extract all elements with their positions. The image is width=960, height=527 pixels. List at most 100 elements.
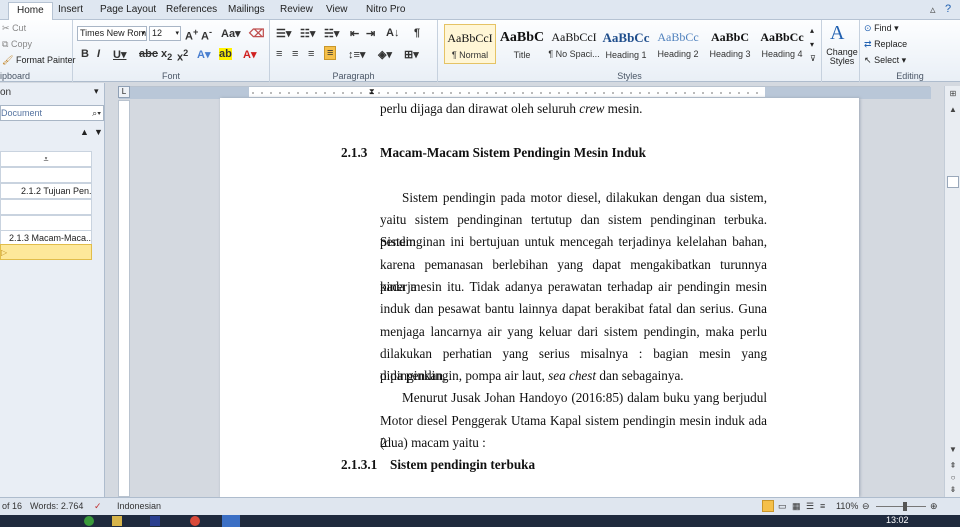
shrink-font-icon[interactable]: A- bbox=[201, 27, 212, 43]
search-icon[interactable]: ⌕▾ bbox=[92, 106, 101, 120]
styles-scroll-down-icon[interactable]: ▾ bbox=[810, 40, 814, 49]
italic-icon[interactable]: I bbox=[97, 48, 100, 60]
collapse-icon[interactable]: ⩡ bbox=[0, 151, 92, 167]
font-name-combo[interactable]: Times New Rom ▾ bbox=[77, 26, 147, 41]
word-app-icon[interactable] bbox=[222, 515, 240, 527]
style-title[interactable]: AaBbC Title bbox=[496, 24, 548, 64]
full-screen-icon[interactable]: ▭ bbox=[778, 498, 787, 515]
taskbar-app-icon[interactable] bbox=[84, 516, 94, 526]
tab-mailings[interactable]: Mailings bbox=[220, 2, 273, 20]
tab-insert[interactable]: Insert bbox=[50, 2, 91, 20]
chevron-down-icon[interactable]: ▾ bbox=[94, 86, 99, 97]
scroll-down-icon[interactable]: ▼ bbox=[947, 444, 959, 456]
proofing-icon[interactable]: ✓ bbox=[94, 498, 102, 515]
vertical-scrollbar[interactable]: ⊞ ▲ ▼ ⇞ ○ ⇟ bbox=[944, 86, 960, 497]
line-spacing-icon[interactable]: ↕≡▾ bbox=[348, 48, 365, 61]
format-painter-button[interactable]: 🖌 Format Painter bbox=[2, 55, 75, 66]
word-count[interactable]: Words: 2.764 bbox=[30, 498, 83, 515]
list-item[interactable] bbox=[0, 215, 92, 231]
draft-icon[interactable]: ≡ bbox=[820, 498, 825, 515]
superscript-icon[interactable]: x2 bbox=[177, 48, 188, 64]
sort-icon[interactable]: A↓ bbox=[386, 27, 399, 39]
next-heading-icon[interactable]: ▼ bbox=[94, 127, 103, 137]
tab-references[interactable]: References bbox=[158, 2, 225, 20]
language[interactable]: Indonesian bbox=[117, 498, 161, 515]
ruler-toggle-icon[interactable]: ⊞ bbox=[947, 88, 959, 100]
styles-more-icon[interactable]: ⊽ bbox=[810, 54, 816, 63]
justify-icon[interactable]: ≡ bbox=[324, 46, 337, 60]
find-button[interactable]: ⊙ Find ▾ bbox=[864, 23, 899, 34]
change-case-icon[interactable]: Aa▾ bbox=[221, 27, 241, 40]
style-heading-2[interactable]: AaBbCc Heading 2 bbox=[652, 24, 704, 64]
style-normal[interactable]: AaBbCcI ¶ Normal bbox=[444, 24, 496, 64]
print-layout-icon[interactable] bbox=[762, 500, 774, 512]
minimize-ribbon-icon[interactable]: ▵ bbox=[930, 3, 936, 16]
list-item[interactable] bbox=[0, 199, 92, 215]
font-color-icon[interactable]: A▾ bbox=[243, 48, 256, 61]
horizontal-ruler[interactable]: ⧗ bbox=[118, 86, 931, 99]
numbering-icon[interactable]: ☷▾ bbox=[300, 27, 315, 40]
zoom-in-icon[interactable]: ⊕ bbox=[930, 498, 938, 515]
style-heading-3[interactable]: AaBbC Heading 3 bbox=[704, 24, 756, 64]
select-button[interactable]: ↖ Select ▾ bbox=[864, 55, 906, 66]
cut-button[interactable]: ✂ Cut bbox=[2, 23, 26, 34]
underline-icon[interactable]: U▾ bbox=[113, 48, 126, 61]
copy-button[interactable]: ⧉ Copy bbox=[2, 39, 32, 50]
tab-selector[interactable]: L bbox=[118, 86, 130, 98]
next-page-icon[interactable]: ⇟ bbox=[947, 484, 959, 496]
zoom-slider-thumb[interactable] bbox=[903, 502, 907, 511]
outline-icon[interactable]: ☰ bbox=[806, 498, 814, 515]
help-icon[interactable]: ? bbox=[945, 3, 951, 15]
previous-heading-icon[interactable]: ▲ bbox=[80, 127, 89, 137]
tab-view[interactable]: View bbox=[318, 2, 356, 20]
nav-selected-item[interactable]: ▷ bbox=[0, 244, 92, 260]
align-center-icon[interactable]: ≡ bbox=[292, 48, 298, 60]
text-effects-icon[interactable]: A▾ bbox=[197, 48, 210, 61]
document-page[interactable]: perlu dijaga dan dirawat oleh seluruh cr… bbox=[220, 98, 859, 497]
style-no-spacing[interactable]: AaBbCcI ¶ No Spaci... bbox=[548, 24, 600, 64]
indent-marker-icon[interactable]: ⧗ bbox=[369, 87, 375, 97]
zoom-level[interactable]: 110% bbox=[836, 498, 858, 515]
subscript-icon[interactable]: x2 bbox=[161, 48, 172, 62]
list-item[interactable] bbox=[0, 167, 92, 183]
styles-scroll-up-icon[interactable]: ▴ bbox=[810, 26, 814, 35]
scroll-up-icon[interactable]: ▲ bbox=[947, 104, 959, 116]
nav-heading-tujuan[interactable]: 2.1.2 Tujuan Pen... bbox=[0, 183, 92, 199]
tab-page-layout[interactable]: Page Layout bbox=[92, 2, 164, 20]
photoshop-icon[interactable] bbox=[150, 516, 160, 526]
style-heading-4[interactable]: AaBbCc Heading 4 bbox=[756, 24, 808, 64]
clear-format-icon[interactable]: ⌫ bbox=[249, 27, 265, 40]
scroll-thumb[interactable] bbox=[947, 176, 959, 188]
change-styles-button[interactable]: Change Styles bbox=[824, 48, 860, 66]
folder-icon[interactable] bbox=[112, 516, 122, 526]
increase-indent-icon[interactable]: ⇥ bbox=[366, 27, 375, 40]
browse-object-icon[interactable]: ○ bbox=[947, 472, 959, 484]
bullets-icon[interactable]: ☰▾ bbox=[276, 27, 291, 40]
bold-icon[interactable]: B bbox=[81, 48, 89, 60]
change-styles-icon[interactable]: A bbox=[830, 22, 844, 45]
align-left-icon[interactable]: ≡ bbox=[276, 48, 282, 60]
tab-review[interactable]: Review bbox=[272, 2, 321, 20]
shading-icon[interactable]: ◈▾ bbox=[378, 48, 392, 61]
vertical-ruler[interactable] bbox=[118, 100, 130, 497]
previous-page-icon[interactable]: ⇞ bbox=[947, 460, 959, 472]
font-size-combo[interactable]: 12 ▾ bbox=[149, 26, 181, 41]
align-right-icon[interactable]: ≡ bbox=[308, 48, 314, 60]
borders-icon[interactable]: ⊞▾ bbox=[404, 48, 419, 61]
multilevel-list-icon[interactable]: ☵▾ bbox=[324, 27, 339, 40]
tab-nitro-pro[interactable]: Nitro Pro bbox=[358, 2, 413, 20]
tab-home[interactable]: Home bbox=[8, 2, 53, 20]
zoom-slider[interactable] bbox=[876, 506, 926, 507]
replace-button[interactable]: ⇄ Replace bbox=[864, 39, 907, 50]
grow-font-icon[interactable]: A+ bbox=[185, 27, 198, 43]
chrome-icon[interactable] bbox=[190, 516, 200, 526]
highlight-icon[interactable]: ab bbox=[219, 48, 232, 60]
page-count[interactable]: of 16 bbox=[2, 498, 22, 515]
web-layout-icon[interactable]: ▦ bbox=[792, 498, 801, 515]
style-heading-1[interactable]: AaBbCc Heading 1 bbox=[600, 24, 652, 64]
search-document-input[interactable]: Document ⌕▾ bbox=[0, 105, 104, 121]
decrease-indent-icon[interactable]: ⇤ bbox=[350, 27, 359, 40]
zoom-out-icon[interactable]: ⊖ bbox=[862, 498, 870, 515]
pilcrow-icon[interactable]: ¶ bbox=[414, 27, 420, 39]
strikethrough-icon[interactable]: abc bbox=[139, 48, 158, 60]
